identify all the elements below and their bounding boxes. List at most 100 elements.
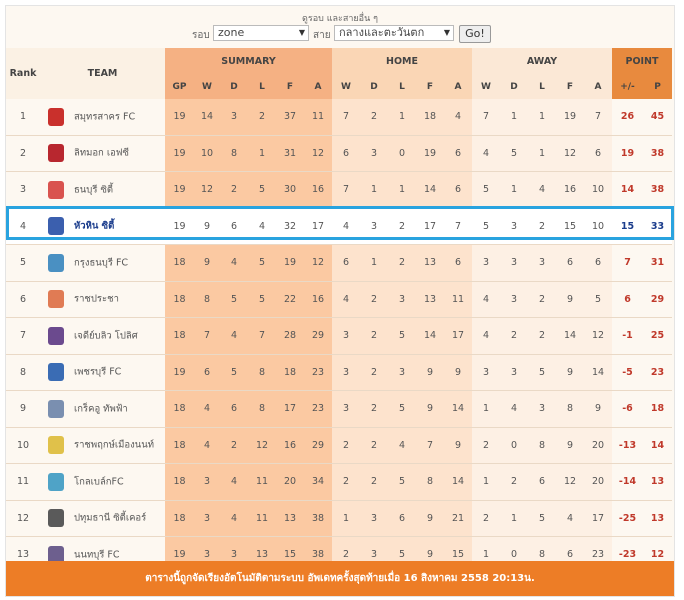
home-a-cell: 9 xyxy=(444,427,472,464)
home-d-cell: 2 xyxy=(360,281,388,318)
away-a-cell: 6 xyxy=(584,135,612,172)
goal-diff-cell: 15 xyxy=(612,208,643,245)
home-w-cell: 7 xyxy=(332,99,360,136)
col-away-a: A xyxy=(584,75,612,99)
summary-w-cell: 7 xyxy=(194,317,220,355)
away-f-cell: 15 xyxy=(556,208,584,245)
team-cell: หัวหิน ซิตี้ xyxy=(40,208,165,245)
home-d-cell: 1 xyxy=(360,244,388,282)
summary-w-cell: 10 xyxy=(194,135,220,172)
summary-w-cell: 9 xyxy=(194,208,220,245)
home-a-cell: 6 xyxy=(444,244,472,282)
away-d-cell: 3 xyxy=(500,354,528,391)
home-a-cell: 9 xyxy=(444,354,472,391)
group-select[interactable]: กลางและตะวันตก ▼ xyxy=(334,25,454,41)
round-select[interactable]: zone ▼ xyxy=(213,25,309,41)
points-cell: 29 xyxy=(643,281,672,318)
rank-cell: 2 xyxy=(6,135,40,172)
round-select-value: zone xyxy=(218,26,245,39)
points-cell: 38 xyxy=(643,171,672,209)
summary-a-cell: 16 xyxy=(304,171,332,209)
team-logo-icon xyxy=(48,180,64,199)
goal-diff-cell: -6 xyxy=(612,390,643,428)
team-name[interactable]: เกร็คอู ทัพฟ้า xyxy=(74,403,128,414)
goal-diff-cell: 6 xyxy=(612,281,643,318)
col-home-d: D xyxy=(360,75,388,99)
away-a-cell: 10 xyxy=(584,208,612,245)
away-l-cell: 3 xyxy=(528,244,556,282)
team-cell: เกร็คอู ทัพฟ้า xyxy=(40,390,165,428)
team-name[interactable]: กรุงธนบุรี FC xyxy=(74,257,128,268)
away-w-cell: 2 xyxy=(472,427,500,464)
col-home-a: A xyxy=(444,75,472,99)
summary-f-cell: 30 xyxy=(276,171,304,209)
summary-w-cell: 12 xyxy=(194,171,220,209)
team-name[interactable]: สมุทรสาคร FC xyxy=(74,111,135,122)
team-name[interactable]: เพชรบุรี FC xyxy=(74,367,121,378)
summary-gp-cell: 19 xyxy=(165,171,194,209)
col-home: HOME xyxy=(332,48,472,75)
team-name[interactable]: ราชประชา xyxy=(74,294,119,305)
table-row: 3 ธนบุรี ซิตี้ 19 12 2 5 30 16 7 1 1 14 6 5 1 4 16 10 14 38 xyxy=(6,171,672,209)
away-f-cell: 16 xyxy=(556,171,584,209)
home-w-cell: 6 xyxy=(332,135,360,172)
rank-cell: 10 xyxy=(6,427,40,464)
summary-a-cell: 16 xyxy=(304,281,332,318)
team-logo-icon xyxy=(48,509,64,528)
away-d-cell: 5 xyxy=(500,135,528,172)
summary-a-cell: 29 xyxy=(304,427,332,464)
team-name[interactable]: ธนบุรี ซิตี้ xyxy=(74,184,113,195)
summary-f-cell: 31 xyxy=(276,135,304,172)
home-a-cell: 14 xyxy=(444,390,472,428)
away-a-cell: 6 xyxy=(584,244,612,282)
home-d-cell: 2 xyxy=(360,317,388,355)
summary-f-cell: 22 xyxy=(276,281,304,318)
team-name[interactable]: โกลเบล์กFC xyxy=(74,476,124,487)
away-a-cell: 5 xyxy=(584,281,612,318)
away-w-cell: 4 xyxy=(472,281,500,318)
team-logo-icon xyxy=(48,253,64,272)
home-f-cell: 17 xyxy=(416,208,444,245)
team-name[interactable]: นนทบุรี FC xyxy=(74,549,120,560)
team-name[interactable]: ราชพฤกษ์เมืองนนท์ xyxy=(74,440,154,451)
summary-gp-cell: 19 xyxy=(165,354,194,391)
col-away-l: L xyxy=(528,75,556,99)
rank-cell: 6 xyxy=(6,281,40,318)
rank-cell: 7 xyxy=(6,317,40,355)
go-button[interactable]: Go! xyxy=(459,25,491,43)
rank-cell: 12 xyxy=(6,500,40,537)
summary-l-cell: 1 xyxy=(248,135,276,172)
away-w-cell: 1 xyxy=(472,463,500,501)
home-l-cell: 2 xyxy=(388,208,416,245)
summary-gp-cell: 18 xyxy=(165,317,194,355)
away-w-cell: 2 xyxy=(472,500,500,537)
col-p: P xyxy=(643,75,672,99)
team-name[interactable]: หัวหิน ซิตี้ xyxy=(74,221,114,232)
summary-l-cell: 8 xyxy=(248,354,276,391)
home-w-cell: 2 xyxy=(332,427,360,464)
home-a-cell: 6 xyxy=(444,135,472,172)
away-l-cell: 1 xyxy=(528,99,556,136)
team-cell: ราชพฤกษ์เมืองนนท์ xyxy=(40,427,165,464)
summary-w-cell: 4 xyxy=(194,390,220,428)
summary-f-cell: 20 xyxy=(276,463,304,501)
rank-cell: 11 xyxy=(6,463,40,501)
dropdown-arrow-icon: ▼ xyxy=(298,28,305,37)
team-name[interactable]: ปทุมธานี ซิตี้เคอร์ xyxy=(74,513,146,524)
summary-gp-cell: 18 xyxy=(165,463,194,501)
home-a-cell: 14 xyxy=(444,463,472,501)
rank-cell: 8 xyxy=(6,354,40,391)
standings-widget: ดูรอบ และสายอื่น ๆ รอบ zone ▼ สาย กลางแล… xyxy=(5,5,675,597)
team-cell: ธนบุรี ซิตี้ xyxy=(40,171,165,209)
away-d-cell: 0 xyxy=(500,427,528,464)
home-f-cell: 9 xyxy=(416,390,444,428)
away-d-cell: 3 xyxy=(500,281,528,318)
home-d-cell: 3 xyxy=(360,135,388,172)
team-name[interactable]: เจดีย์บลิว โปลิศ xyxy=(74,330,138,341)
team-name[interactable]: ลิทมอก เอฟซี xyxy=(74,148,129,159)
table-row: 4 หัวหิน ซิตี้ 19 9 6 4 32 17 4 3 2 17 7 5 3 2 15 10 15 33 xyxy=(6,208,672,245)
col-gd: +/- xyxy=(612,75,643,99)
home-w-cell: 4 xyxy=(332,208,360,245)
goal-diff-cell: 7 xyxy=(612,244,643,282)
away-w-cell: 5 xyxy=(472,171,500,209)
